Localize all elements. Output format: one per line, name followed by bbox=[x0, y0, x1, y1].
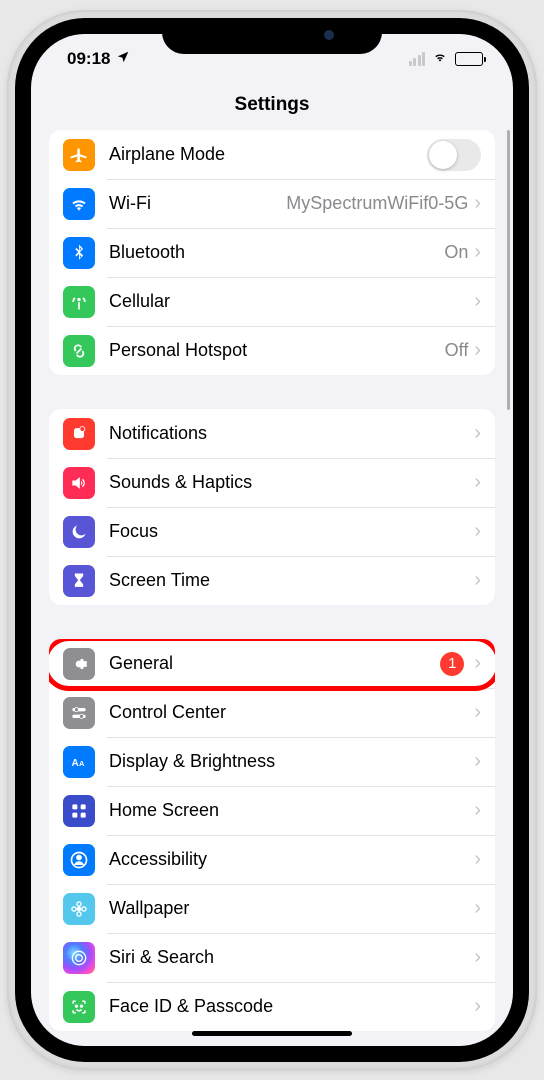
screentime-icon bbox=[63, 565, 95, 597]
notch bbox=[162, 18, 382, 54]
controlcenter-icon bbox=[63, 697, 95, 729]
row-label: Bluetooth bbox=[109, 242, 444, 263]
settings-section: Airplane ModeWi-FiMySpectrumWiFif0-5G›Bl… bbox=[49, 130, 495, 375]
svg-text:A: A bbox=[72, 758, 79, 769]
battery-icon bbox=[455, 52, 483, 66]
scroll-indicator bbox=[507, 130, 510, 410]
settings-row-wifi[interactable]: Wi-FiMySpectrumWiFif0-5G › bbox=[49, 179, 495, 228]
cellular-signal-icon bbox=[409, 52, 426, 66]
settings-row-general[interactable]: General1 › bbox=[49, 639, 495, 688]
chevron-right-icon: › bbox=[474, 652, 481, 675]
sounds-icon bbox=[63, 467, 95, 499]
row-label: Cellular bbox=[109, 291, 474, 312]
siri-icon bbox=[63, 942, 95, 974]
airplane-toggle[interactable] bbox=[427, 139, 481, 171]
row-value: On bbox=[444, 242, 468, 263]
notification-badge: 1 bbox=[440, 652, 464, 676]
svg-text:A: A bbox=[79, 759, 85, 768]
settings-content[interactable]: Airplane ModeWi-FiMySpectrumWiFif0-5G›Bl… bbox=[31, 130, 513, 1034]
chevron-right-icon: › bbox=[474, 848, 481, 871]
row-value: Off bbox=[445, 340, 469, 361]
row-label: Siri & Search bbox=[109, 947, 474, 968]
chevron-right-icon: › bbox=[474, 192, 481, 215]
chevron-right-icon: › bbox=[474, 897, 481, 920]
settings-row-focus[interactable]: Focus› bbox=[49, 507, 495, 556]
chevron-right-icon: › bbox=[474, 422, 481, 445]
chevron-right-icon: › bbox=[474, 995, 481, 1018]
settings-row-display[interactable]: AA Display & Brightness› bbox=[49, 737, 495, 786]
wifi-icon bbox=[63, 188, 95, 220]
chevron-right-icon: › bbox=[474, 241, 481, 264]
screen: 09:18 Settings Airplane Mode Wi-FiMySpect… bbox=[31, 34, 513, 1046]
row-label: Sounds & Haptics bbox=[109, 472, 474, 493]
chevron-right-icon: › bbox=[474, 701, 481, 724]
row-label: Control Center bbox=[109, 702, 474, 723]
settings-row-screentime[interactable]: Screen Time› bbox=[49, 556, 495, 605]
hotspot-icon bbox=[63, 335, 95, 367]
focus-icon bbox=[63, 516, 95, 548]
settings-row-hotspot[interactable]: Personal HotspotOff› bbox=[49, 326, 495, 375]
airplane-icon bbox=[63, 139, 95, 171]
row-label: Display & Brightness bbox=[109, 751, 474, 772]
row-label: Wallpaper bbox=[109, 898, 474, 919]
page-title: Settings bbox=[31, 84, 513, 130]
settings-row-wallpaper[interactable]: Wallpaper› bbox=[49, 884, 495, 933]
settings-row-homescreen[interactable]: Home Screen› bbox=[49, 786, 495, 835]
settings-row-controlcenter[interactable]: Control Center› bbox=[49, 688, 495, 737]
row-label: Notifications bbox=[109, 423, 474, 444]
wallpaper-icon bbox=[63, 893, 95, 925]
chevron-right-icon: › bbox=[474, 520, 481, 543]
status-time: 09:18 bbox=[67, 49, 110, 69]
settings-section: Notifications›Sounds & Haptics›Focus›Scr… bbox=[49, 409, 495, 605]
faceid-icon bbox=[63, 991, 95, 1023]
chevron-right-icon: › bbox=[474, 471, 481, 494]
chevron-right-icon: › bbox=[474, 799, 481, 822]
row-label: Home Screen bbox=[109, 800, 474, 821]
homescreen-icon bbox=[63, 795, 95, 827]
phone-frame: 09:18 Settings Airplane Mode Wi-FiMySpect… bbox=[7, 10, 537, 1070]
settings-section: General1›Control Center›AADisplay & Brig… bbox=[49, 639, 495, 1031]
status-left: 09:18 bbox=[67, 49, 130, 69]
settings-row-siri[interactable]: Siri & Search› bbox=[49, 933, 495, 982]
location-icon bbox=[116, 49, 130, 69]
row-label: Airplane Mode bbox=[109, 144, 427, 165]
row-label: Personal Hotspot bbox=[109, 340, 445, 361]
settings-row-airplane[interactable]: Airplane Mode bbox=[49, 130, 495, 179]
general-icon bbox=[63, 648, 95, 680]
row-label: Face ID & Passcode bbox=[109, 996, 474, 1017]
chevron-right-icon: › bbox=[474, 946, 481, 969]
row-label: Focus bbox=[109, 521, 474, 542]
wifi-status-icon bbox=[431, 49, 449, 69]
settings-row-notifications[interactable]: Notifications› bbox=[49, 409, 495, 458]
chevron-right-icon: › bbox=[474, 339, 481, 362]
bluetooth-icon bbox=[63, 237, 95, 269]
chevron-right-icon: › bbox=[474, 290, 481, 313]
home-indicator[interactable] bbox=[192, 1031, 352, 1036]
display-icon: AA bbox=[63, 746, 95, 778]
settings-row-sounds[interactable]: Sounds & Haptics› bbox=[49, 458, 495, 507]
settings-row-bluetooth[interactable]: BluetoothOn › bbox=[49, 228, 495, 277]
settings-row-accessibility[interactable]: Accessibility› bbox=[49, 835, 495, 884]
cellular-icon bbox=[63, 286, 95, 318]
settings-row-cellular[interactable]: Cellular› bbox=[49, 277, 495, 326]
chevron-right-icon: › bbox=[474, 750, 481, 773]
status-right bbox=[409, 49, 484, 69]
row-value: MySpectrumWiFif0-5G bbox=[286, 193, 468, 214]
chevron-right-icon: › bbox=[474, 569, 481, 592]
row-label: General bbox=[109, 653, 440, 674]
phone-bezel: 09:18 Settings Airplane Mode Wi-FiMySpect… bbox=[15, 18, 529, 1062]
accessibility-icon bbox=[63, 844, 95, 876]
notifications-icon bbox=[63, 418, 95, 450]
settings-row-faceid[interactable]: Face ID & Passcode› bbox=[49, 982, 495, 1031]
row-label: Accessibility bbox=[109, 849, 474, 870]
row-label: Wi-Fi bbox=[109, 193, 286, 214]
row-label: Screen Time bbox=[109, 570, 474, 591]
